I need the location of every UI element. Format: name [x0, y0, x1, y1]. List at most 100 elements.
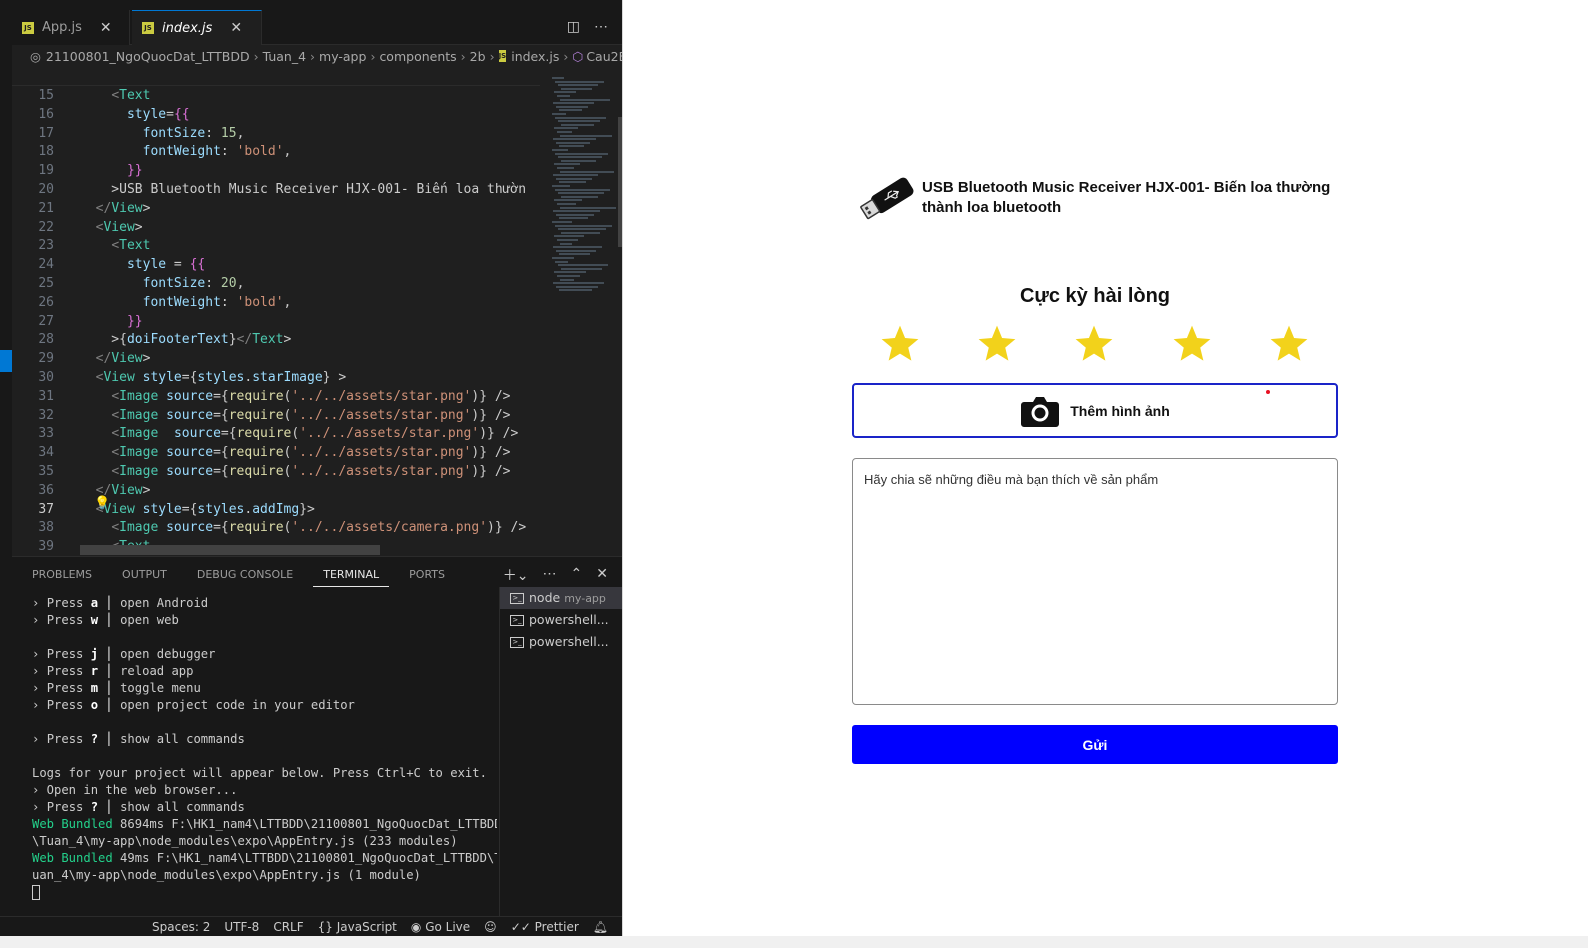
code-text: }}: [126, 313, 143, 329]
code-line[interactable]: 27 }}: [12, 312, 540, 331]
close-icon[interactable]: ✕: [230, 20, 242, 36]
lightbulb-icon[interactable]: 💡: [94, 496, 110, 511]
terminal-cursor: [32, 884, 497, 901]
star-icon[interactable]: [879, 323, 921, 365]
status-language[interactable]: {} JavaScript: [318, 920, 397, 934]
breadcrumb-item[interactable]: Tuan_4: [263, 49, 306, 64]
status-encoding[interactable]: UTF-8: [224, 920, 259, 934]
code-line[interactable]: 30 <View style={styles.starImage} >: [12, 368, 540, 387]
line-number: 28: [38, 332, 54, 348]
code-text: <Image source={require('../../assets/sta…: [111, 388, 511, 404]
code-line[interactable]: 38 <Image source={require('../../assets/…: [12, 518, 540, 537]
activity-bar: [0, 0, 12, 948]
code-line[interactable]: 26 fontWeight: 'bold',: [12, 293, 540, 312]
code-line[interactable]: 20 >USB Bluetooth Music Receiver HJX-001…: [12, 180, 540, 199]
terminal-instance-list: >_ node my-app >_ powershell... >_ powershe…: [499, 587, 622, 919]
code-line[interactable]: 35 <Image source={require('../../assets/…: [12, 462, 540, 481]
code-line[interactable]: 28 >{doiFooterText}</Text>: [12, 330, 540, 349]
copilot-icon[interactable]: ☺: [484, 920, 497, 934]
star-icon[interactable]: [976, 323, 1018, 365]
tab-index-js[interactable]: JS index.js ✕: [132, 10, 262, 45]
window-bottom-edge: [0, 936, 1588, 948]
breadcrumb-item[interactable]: my-app: [319, 49, 366, 64]
review-textarea[interactable]: Hãy chia sẽ những điều mà bạn thích về s…: [852, 458, 1338, 705]
add-image-label: Thêm hình ảnh: [1070, 402, 1170, 419]
line-number: 29: [38, 351, 54, 367]
code-text: <View style={styles.addImg}>: [95, 501, 315, 517]
breadcrumb-item[interactable]: 21100801_NgoQuocDat_LTTBDD: [46, 49, 250, 64]
star-icon[interactable]: [1171, 323, 1213, 365]
star-icon[interactable]: [1268, 323, 1310, 365]
new-terminal-icon[interactable]: ＋⌄: [503, 565, 529, 585]
breadcrumb-item[interactable]: 2b: [470, 49, 486, 64]
tab-output[interactable]: OUTPUT: [112, 565, 177, 587]
code-text: <Text: [111, 238, 151, 254]
code-line[interactable]: 23 <Text: [12, 236, 540, 255]
code-line[interactable]: 17 fontSize: 15,: [12, 124, 540, 143]
terminal-item-powershell[interactable]: >_ powershell...: [500, 609, 622, 631]
tab-problems[interactable]: PROBLEMS: [22, 565, 102, 587]
code-line[interactable]: 32 <Image source={require('../../assets/…: [12, 406, 540, 425]
status-eol[interactable]: CRLF: [273, 920, 303, 934]
line-number: 22: [38, 219, 54, 235]
code-line[interactable]: 24 style = {{: [12, 255, 540, 274]
line-number: 19: [38, 163, 54, 179]
tab-terminal[interactable]: TERMINAL: [313, 565, 390, 587]
code-line[interactable]: 31 <Image source={require('../../assets/…: [12, 387, 540, 406]
terminal-item-powershell[interactable]: >_ powershell...: [500, 631, 622, 653]
terminal-line: Web Bundled 8694ms F:\HK1_nam4\LTTBDD\21…: [32, 817, 497, 831]
line-number: 20: [38, 182, 54, 197]
code-line[interactable]: 25 fontSize: 20,: [12, 274, 540, 293]
status-prettier[interactable]: ✓✓ Prettier: [511, 920, 579, 934]
notifications-icon[interactable]: 🔔︎: [593, 920, 608, 934]
panel-tab-bar: PROBLEMS OUTPUT DEBUG CONSOLE TERMINAL P…: [12, 565, 455, 587]
code-text: style={{: [126, 106, 190, 122]
code-line[interactable]: 37 <View style={styles.addImg}>: [12, 500, 540, 519]
terminal-output[interactable]: › Press a │ open Android › Press w │ ope…: [32, 595, 497, 917]
code-line[interactable]: 19 }}: [12, 161, 540, 180]
code-line[interactable]: 16 style={{: [12, 105, 540, 124]
star-icon[interactable]: [1073, 323, 1115, 365]
js-file-icon: JS: [22, 21, 34, 34]
code-text: <Text: [111, 88, 151, 103]
line-number: 15: [38, 88, 54, 103]
terminal-icon: >_: [510, 593, 524, 604]
code-line[interactable]: 33 <Image source={require('../../assets/…: [12, 424, 540, 443]
check-icon: ✓✓: [510, 919, 531, 934]
terminal-icon: >_: [510, 637, 524, 648]
breadcrumb-item[interactable]: Cau2B: [586, 49, 622, 64]
more-actions-icon[interactable]: ⋯: [543, 565, 557, 585]
status-golive[interactable]: ◉ Go Live: [411, 920, 470, 934]
broadcast-icon: ◉: [410, 919, 422, 934]
code-editor[interactable]: 4export default function Cau2B() { 15 <T…: [12, 67, 622, 556]
code-line[interactable]: 22 <View>: [12, 218, 540, 237]
tab-ports[interactable]: PORTS: [399, 565, 455, 587]
line-number: 21: [38, 200, 54, 216]
breadcrumb-item[interactable]: components: [379, 49, 456, 64]
code-line[interactable]: 34 <Image source={require('../../assets/…: [12, 443, 540, 462]
close-icon[interactable]: ✕: [100, 20, 112, 36]
breadcrumb-item[interactable]: index.js: [511, 49, 559, 64]
line-number: 34: [38, 445, 54, 461]
sticky-scroll-line[interactable]: 4export default function Cau2B() {: [12, 67, 540, 86]
code-line[interactable]: 15 <Text: [12, 86, 540, 105]
code-text: <View>: [95, 219, 143, 235]
horizontal-scrollbar[interactable]: [80, 545, 380, 555]
code-line[interactable]: 21 </View>: [12, 199, 540, 218]
more-actions-icon[interactable]: ⋯: [594, 18, 608, 35]
split-editor-icon[interactable]: ◫: [567, 18, 580, 35]
tab-debug-console[interactable]: DEBUG CONSOLE: [187, 565, 303, 587]
status-indentation[interactable]: Spaces: 2: [152, 920, 210, 934]
code-text: <Image source={require('../../assets/cam…: [111, 520, 527, 536]
terminal-icon: >_: [510, 615, 524, 626]
code-line[interactable]: 36 </View>: [12, 481, 540, 500]
terminal-item-node[interactable]: >_ node my-app: [500, 587, 622, 609]
submit-button[interactable]: Gửi: [852, 725, 1338, 764]
close-panel-icon[interactable]: ✕: [596, 565, 608, 585]
maximize-panel-icon[interactable]: ⌃: [571, 565, 583, 585]
code-line[interactable]: 18 fontWeight: 'bold',: [12, 142, 540, 161]
tab-app-js[interactable]: JS App.js ✕: [12, 10, 130, 45]
code-text: <View style={styles.starImage} >: [95, 370, 347, 385]
minimap[interactable]: [544, 67, 618, 556]
code-line[interactable]: 29 </View>: [12, 349, 540, 368]
